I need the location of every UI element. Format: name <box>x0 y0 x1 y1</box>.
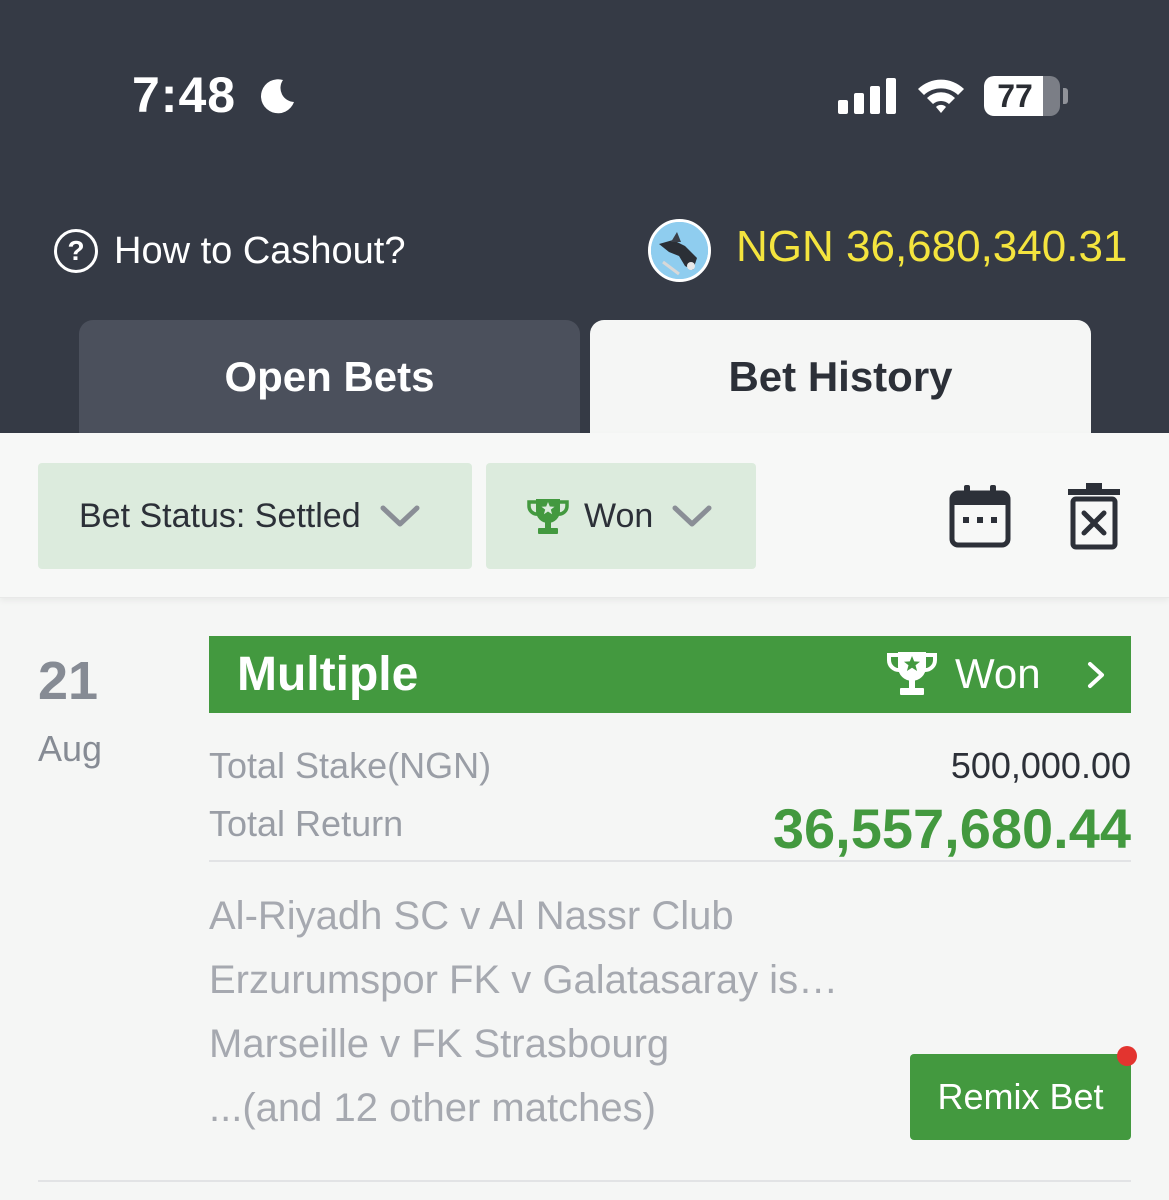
remix-bet-button[interactable]: Remix Bet <box>910 1054 1131 1140</box>
total-stake-value: 500,000.00 <box>950 745 1131 786</box>
bet-date-day: 21 <box>38 651 99 711</box>
divider <box>209 860 1131 862</box>
chevron-down-icon <box>380 505 420 527</box>
avatar[interactable] <box>648 219 711 282</box>
bet-status-label: Bet Status: Settled <box>79 496 361 535</box>
chevron-right-icon <box>1088 662 1104 688</box>
how-to-cashout-link[interactable]: ? How to Cashout? <box>54 226 406 276</box>
app-header: 7:48 77 ? How to Cashout? NGN 36,680,340… <box>0 0 1169 433</box>
filter-bar: Bet Status: Settled Won <box>0 433 1169 598</box>
bet-card-header[interactable]: Multiple Won <box>209 636 1131 713</box>
chevron-down-icon <box>672 505 712 527</box>
tab-bet-history-label: Bet History <box>728 352 953 400</box>
cashout-label: How to Cashout? <box>114 229 406 272</box>
bet-type: Multiple <box>237 648 419 701</box>
result-filter-label: Won <box>584 496 654 535</box>
match-item: Al-Riyadh SC v Al Nassr Club <box>209 894 734 938</box>
clear-filter-trash-icon[interactable] <box>1066 483 1122 551</box>
match-item: Marseille v FK Strasbourg <box>209 1022 670 1066</box>
moon-icon <box>261 79 294 114</box>
tab-open-bets[interactable]: Open Bets <box>79 320 580 433</box>
account-balance: NGN 36,680,340.31 <box>736 222 1128 271</box>
cellular-signal-icon <box>838 78 896 114</box>
remix-bet-label: Remix Bet <box>937 1076 1104 1117</box>
total-stake-label: Total Stake(NGN) <box>209 745 492 786</box>
tab-bet-history[interactable]: Bet History <box>590 320 1091 433</box>
bet-date-month: Aug <box>38 728 103 769</box>
wifi-icon <box>918 79 964 113</box>
status-time: 7:48 <box>132 67 237 123</box>
calendar-icon[interactable] <box>949 483 1011 549</box>
trophy-icon <box>886 652 938 695</box>
total-return-value: 36,557,680.44 <box>772 797 1131 860</box>
trophy-icon <box>527 499 569 534</box>
avatar-image <box>651 222 708 279</box>
battery-percent: 77 <box>997 78 1033 114</box>
match-item: Erzurumspor FK v Galatasaray is… <box>209 958 839 1002</box>
notification-dot <box>1117 1046 1137 1066</box>
divider <box>38 1180 1131 1182</box>
tab-open-bets-label: Open Bets <box>224 352 435 400</box>
total-return-label: Total Return <box>209 803 404 844</box>
more-matches-text: ...(and 12 other matches) <box>209 1086 656 1130</box>
battery-icon: 77 <box>984 76 1068 116</box>
result-filter-dropdown[interactable]: Won <box>486 463 756 569</box>
bet-status-dropdown[interactable]: Bet Status: Settled <box>38 463 472 569</box>
status-bar: 7:48 77 <box>0 0 1169 190</box>
bet-result: Won <box>955 650 1041 697</box>
help-icon: ? <box>54 229 98 273</box>
